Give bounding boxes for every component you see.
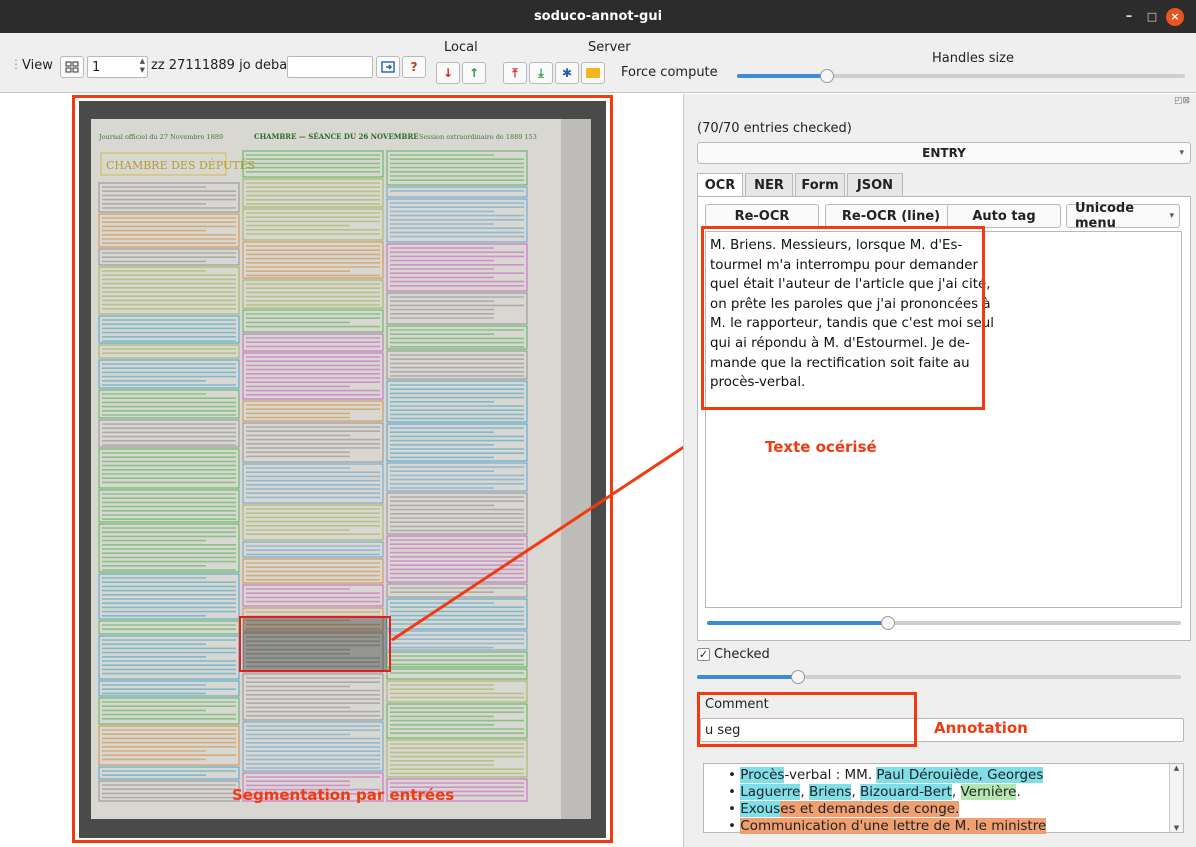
- ocr-zoom-fill: [707, 621, 887, 625]
- autotag-button[interactable]: Auto tag: [947, 204, 1061, 228]
- close-icon: ×: [1166, 7, 1184, 26]
- list-item: Exouses et demandes de conge.: [728, 801, 1046, 818]
- summary-scrollbar[interactable]: ▲ ▼: [1169, 764, 1183, 832]
- summary-content: Procès-verbal : MM. Paul Dérouiède, Geor…: [728, 767, 1047, 835]
- view-label: View: [22, 58, 53, 73]
- ocr-annotation-frame: [701, 226, 985, 410]
- main-toolbar: ⋮ View 1 ▲ ▼ zz 27111889 jo debats ? Loca…: [0, 33, 1196, 113]
- local-upload-button[interactable]: ↑: [462, 62, 486, 84]
- chevron-down-icon: ▾: [1179, 148, 1184, 158]
- entry-type-dropdown[interactable]: ENTRY ▾: [697, 142, 1191, 164]
- view-mode-button[interactable]: [60, 56, 84, 78]
- grid-icon: [65, 61, 79, 73]
- handles-size-slider[interactable]: [737, 69, 1185, 83]
- segmentation-annotation-label: Segmentation par entrées: [232, 786, 455, 804]
- ocr-annotation-label: Texte océrisé: [765, 438, 877, 456]
- tab-form[interactable]: Form: [795, 173, 845, 197]
- handles-size-label: Handles size: [932, 51, 1014, 66]
- comment-annotation-label: Annotation: [934, 719, 1028, 737]
- local-download-button[interactable]: ↓: [436, 62, 460, 84]
- open-folder-button[interactable]: [581, 62, 605, 84]
- help-button[interactable]: ?: [402, 56, 426, 78]
- close-window-button[interactable]: ×: [1164, 0, 1186, 33]
- checked-checkbox[interactable]: ✓: [697, 648, 710, 661]
- window-title: soduco-annot-gui: [533, 9, 663, 24]
- reocr-button[interactable]: Re-OCR: [705, 204, 819, 228]
- list-item: Procès-verbal : MM. Paul Dérouiède, Geor…: [728, 767, 1046, 784]
- download-bottom-icon: ⤓: [538, 65, 544, 80]
- ocr-zoom-handle[interactable]: [881, 616, 895, 630]
- entry-slider[interactable]: [697, 670, 1181, 684]
- folder-icon: [586, 68, 600, 78]
- toolbar-grip: ⋮: [10, 57, 22, 71]
- local-label: Local: [444, 40, 478, 55]
- handles-size-fill: [737, 74, 827, 78]
- tab-ocr[interactable]: OCR: [697, 173, 743, 197]
- goto-button[interactable]: [376, 56, 400, 78]
- search-input[interactable]: [287, 56, 373, 78]
- minimize-button[interactable]: –: [1118, 0, 1140, 33]
- chevron-down-icon: ▾: [1169, 211, 1174, 221]
- comment-annotation-frame: [697, 692, 917, 747]
- list-item: Communication d'une lettre de M. le mini…: [728, 818, 1047, 835]
- checked-label: Checked: [714, 647, 770, 662]
- tab-ner[interactable]: NER: [745, 173, 793, 197]
- entry-slider-fill: [697, 675, 797, 679]
- reocr-line-button[interactable]: Re-OCR (line): [825, 204, 957, 228]
- server-compute-button[interactable]: ✱: [555, 62, 579, 84]
- server-download-button[interactable]: ⤓: [529, 62, 553, 84]
- upload-top-icon: ⤒: [512, 65, 518, 80]
- force-compute-label: Force compute: [621, 65, 718, 80]
- unicode-menu-button[interactable]: Unicode menu ▾: [1066, 201, 1180, 231]
- panel-float-icon[interactable]: ◰⊠: [1174, 96, 1190, 106]
- segmentation-frame: [72, 95, 613, 843]
- entry-slider-handle[interactable]: [791, 670, 805, 684]
- scroll-down-icon[interactable]: ▼: [1170, 824, 1183, 832]
- goto-icon: [381, 61, 395, 73]
- scroll-up-icon[interactable]: ▲: [1170, 764, 1183, 772]
- maximize-button[interactable]: □: [1141, 0, 1163, 33]
- tab-json[interactable]: JSON: [847, 173, 903, 197]
- handles-size-handle[interactable]: [819, 69, 834, 83]
- server-upload-button[interactable]: ⤒: [503, 62, 527, 84]
- page-number-value: 1: [92, 59, 101, 75]
- arrow-up-icon: ↑: [468, 66, 480, 80]
- spin-arrows-icon[interactable]: ▲ ▼: [140, 57, 145, 75]
- server-label: Server: [588, 40, 631, 55]
- page-number-spinbox[interactable]: 1 ▲ ▼: [87, 56, 148, 78]
- selected-entry-box[interactable]: [239, 616, 391, 672]
- gear-icon: ✱: [561, 66, 573, 80]
- ocr-zoom-slider[interactable]: [707, 616, 1181, 630]
- window-title-bar: soduco-annot-gui – □ ×: [0, 0, 1196, 33]
- arrow-down-icon: ↓: [442, 66, 454, 80]
- entries-checked-count: (70/70 entries checked): [697, 121, 852, 136]
- list-item: Laguerre, Briens, Bizouard-Bert, Vernièr…: [728, 784, 1046, 801]
- document-name: zz 27111889 jo debats: [151, 58, 300, 73]
